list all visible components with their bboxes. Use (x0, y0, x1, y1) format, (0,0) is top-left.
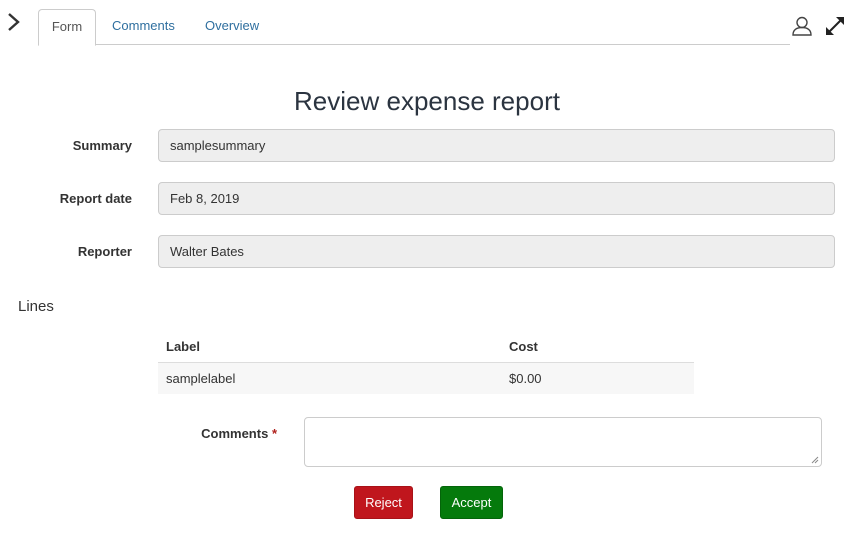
summary-label: Summary (72, 138, 132, 153)
chevron-right-icon[interactable] (6, 12, 22, 32)
resize-handle-icon[interactable] (811, 456, 819, 464)
cell-cost: $0.00 (509, 371, 542, 386)
accept-button[interactable]: Accept (440, 486, 503, 519)
comments-label: Comments * (0, 426, 277, 441)
column-header-cost: Cost (509, 339, 538, 354)
reporter-field[interactable]: Walter Bates (158, 235, 835, 268)
table-row: samplelabel $0.00 (158, 363, 694, 394)
tab-comments[interactable]: Comments (112, 9, 175, 45)
lines-section-label: Lines (18, 298, 54, 315)
column-header-label: Label (166, 339, 200, 354)
comments-textarea[interactable] (304, 417, 822, 467)
page-title: Review expense report (294, 86, 560, 116)
lines-table: Label Cost samplelabel $0.00 (158, 335, 694, 394)
reject-button[interactable]: Reject (354, 486, 413, 519)
user-icon[interactable] (791, 15, 813, 37)
comments-label-text: Comments (201, 426, 269, 441)
cell-label: samplelabel (166, 371, 236, 386)
tab-bar: Form Comments Overview (38, 9, 790, 46)
tab-form[interactable]: Form (38, 9, 96, 46)
report-date-field[interactable]: Feb 8, 2019 (158, 182, 835, 215)
expand-icon[interactable] (824, 15, 846, 37)
reporter-label: Reporter (77, 244, 132, 259)
tab-overview[interactable]: Overview (205, 9, 259, 45)
required-marker: * (271, 426, 277, 441)
report-date-label: Report date (59, 191, 132, 206)
table-header: Label Cost (158, 335, 694, 363)
summary-field[interactable]: samplesummary (158, 129, 835, 162)
